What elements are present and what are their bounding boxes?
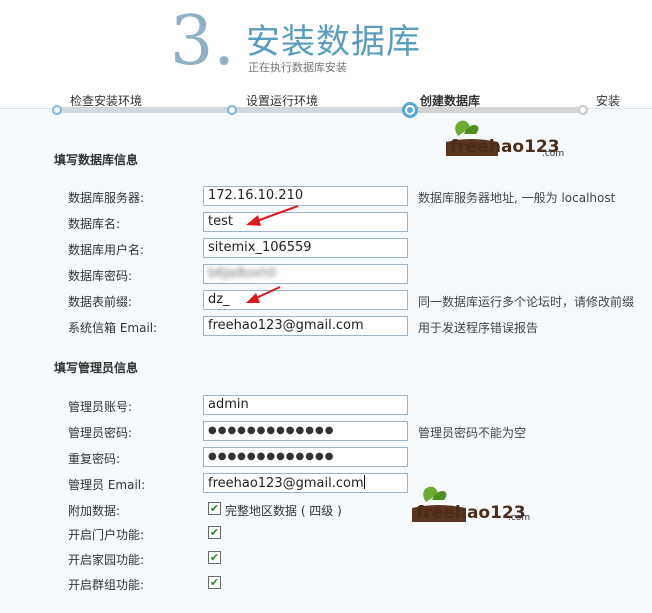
- step-label-create-db: 创建数据库: [420, 94, 481, 108]
- db-server-label: 数据库服务器:: [68, 191, 145, 205]
- db-prefix-label: 数据表前缀:: [68, 295, 133, 309]
- freehao123-logo: freehao123 .com: [446, 120, 564, 159]
- group-label: 开启群组功能:: [68, 578, 145, 592]
- db-section-heading: 填写数据库信息: [54, 153, 139, 167]
- system-email-input[interactable]: freehao123@gmail.com: [203, 316, 408, 336]
- logo-suffix: .com: [542, 149, 564, 159]
- db-user-label: 数据库用户名:: [68, 243, 145, 257]
- home-checkbox[interactable]: ✔: [208, 551, 221, 564]
- db-password-input[interactable]: b6Ja8oxh0: [203, 264, 408, 284]
- arrow-head: [246, 215, 261, 226]
- system-email-label: 系统信箱 Email:: [68, 321, 158, 335]
- db-password-label: 数据库密码:: [68, 269, 133, 283]
- extra-data-checkbox-label[interactable]: 完整地区数据 ( 四级 ): [225, 502, 342, 519]
- extra-data-checkbox[interactable]: ✔: [208, 502, 221, 515]
- admin-email-value: freehao123@gmail.com: [208, 476, 364, 491]
- admin-email-label: 管理员 Email:: [68, 478, 146, 492]
- admin-account-label: 管理员账号:: [68, 400, 133, 414]
- db-user-input[interactable]: sitemix_106559: [203, 238, 408, 258]
- arrow-shaft: [253, 286, 281, 300]
- page-subtitle: 正在执行数据库安装: [248, 61, 347, 74]
- page-header: 3. 安装数据库 正在执行数据库安装: [0, 0, 652, 94]
- admin-password-hint: 管理员密码不能为空: [418, 426, 527, 440]
- admin-account-input[interactable]: admin: [203, 395, 408, 415]
- admin-password-input[interactable]: ●●●●●●●●●●●●●: [203, 421, 408, 441]
- repeat-password-label: 重复密码:: [68, 452, 121, 466]
- portal-checkbox[interactable]: ✔: [208, 526, 221, 539]
- group-checkbox[interactable]: ✔: [208, 576, 221, 589]
- freehao123-logo: freehao123 .com: [412, 486, 530, 523]
- db-server-input[interactable]: 172.16.10.210: [203, 186, 408, 206]
- step-3-dot-active: [402, 102, 418, 118]
- red-arrow-icon: [246, 205, 299, 226]
- step-1-dot: [52, 105, 62, 115]
- portal-label: 开启门户功能:: [68, 528, 145, 542]
- step-label-set-env: 设置运行环境: [246, 94, 319, 108]
- system-email-hint: 用于发送程序错误报告: [418, 321, 539, 335]
- admin-email-input[interactable]: freehao123@gmail.com: [203, 473, 408, 493]
- step-4-dot: [578, 105, 588, 115]
- admin-password-label: 管理员密码:: [68, 426, 133, 440]
- logo-suffix: .com: [508, 513, 530, 523]
- arrow-shaft: [253, 205, 299, 223]
- db-name-input[interactable]: test: [203, 212, 408, 232]
- extra-data-label: 附加数据:: [68, 504, 121, 518]
- db-prefix-input[interactable]: dz_: [203, 290, 408, 310]
- db-password-value-blurred: b6Ja8oxh0: [208, 266, 277, 281]
- db-name-label: 数据库名:: [68, 217, 121, 231]
- red-arrow-icon: [246, 286, 281, 303]
- admin-section-heading: 填写管理员信息: [54, 361, 139, 375]
- step-2-dot: [227, 105, 237, 115]
- db-prefix-hint: 同一数据库运行多个论坛时，请修改前缀: [418, 295, 635, 309]
- step-label-check-env: 检查安装环境: [70, 94, 143, 108]
- db-server-hint: 数据库服务器地址, 一般为 localhost: [418, 191, 616, 205]
- step-label-install: 安装: [596, 94, 621, 108]
- text-caret: [363, 475, 365, 489]
- repeat-password-input[interactable]: ●●●●●●●●●●●●●: [203, 447, 408, 467]
- arrow-head: [246, 293, 260, 303]
- page-title: 安装数据库: [246, 22, 421, 62]
- step-number: 3.: [170, 2, 235, 81]
- home-label: 开启家园功能:: [68, 553, 145, 567]
